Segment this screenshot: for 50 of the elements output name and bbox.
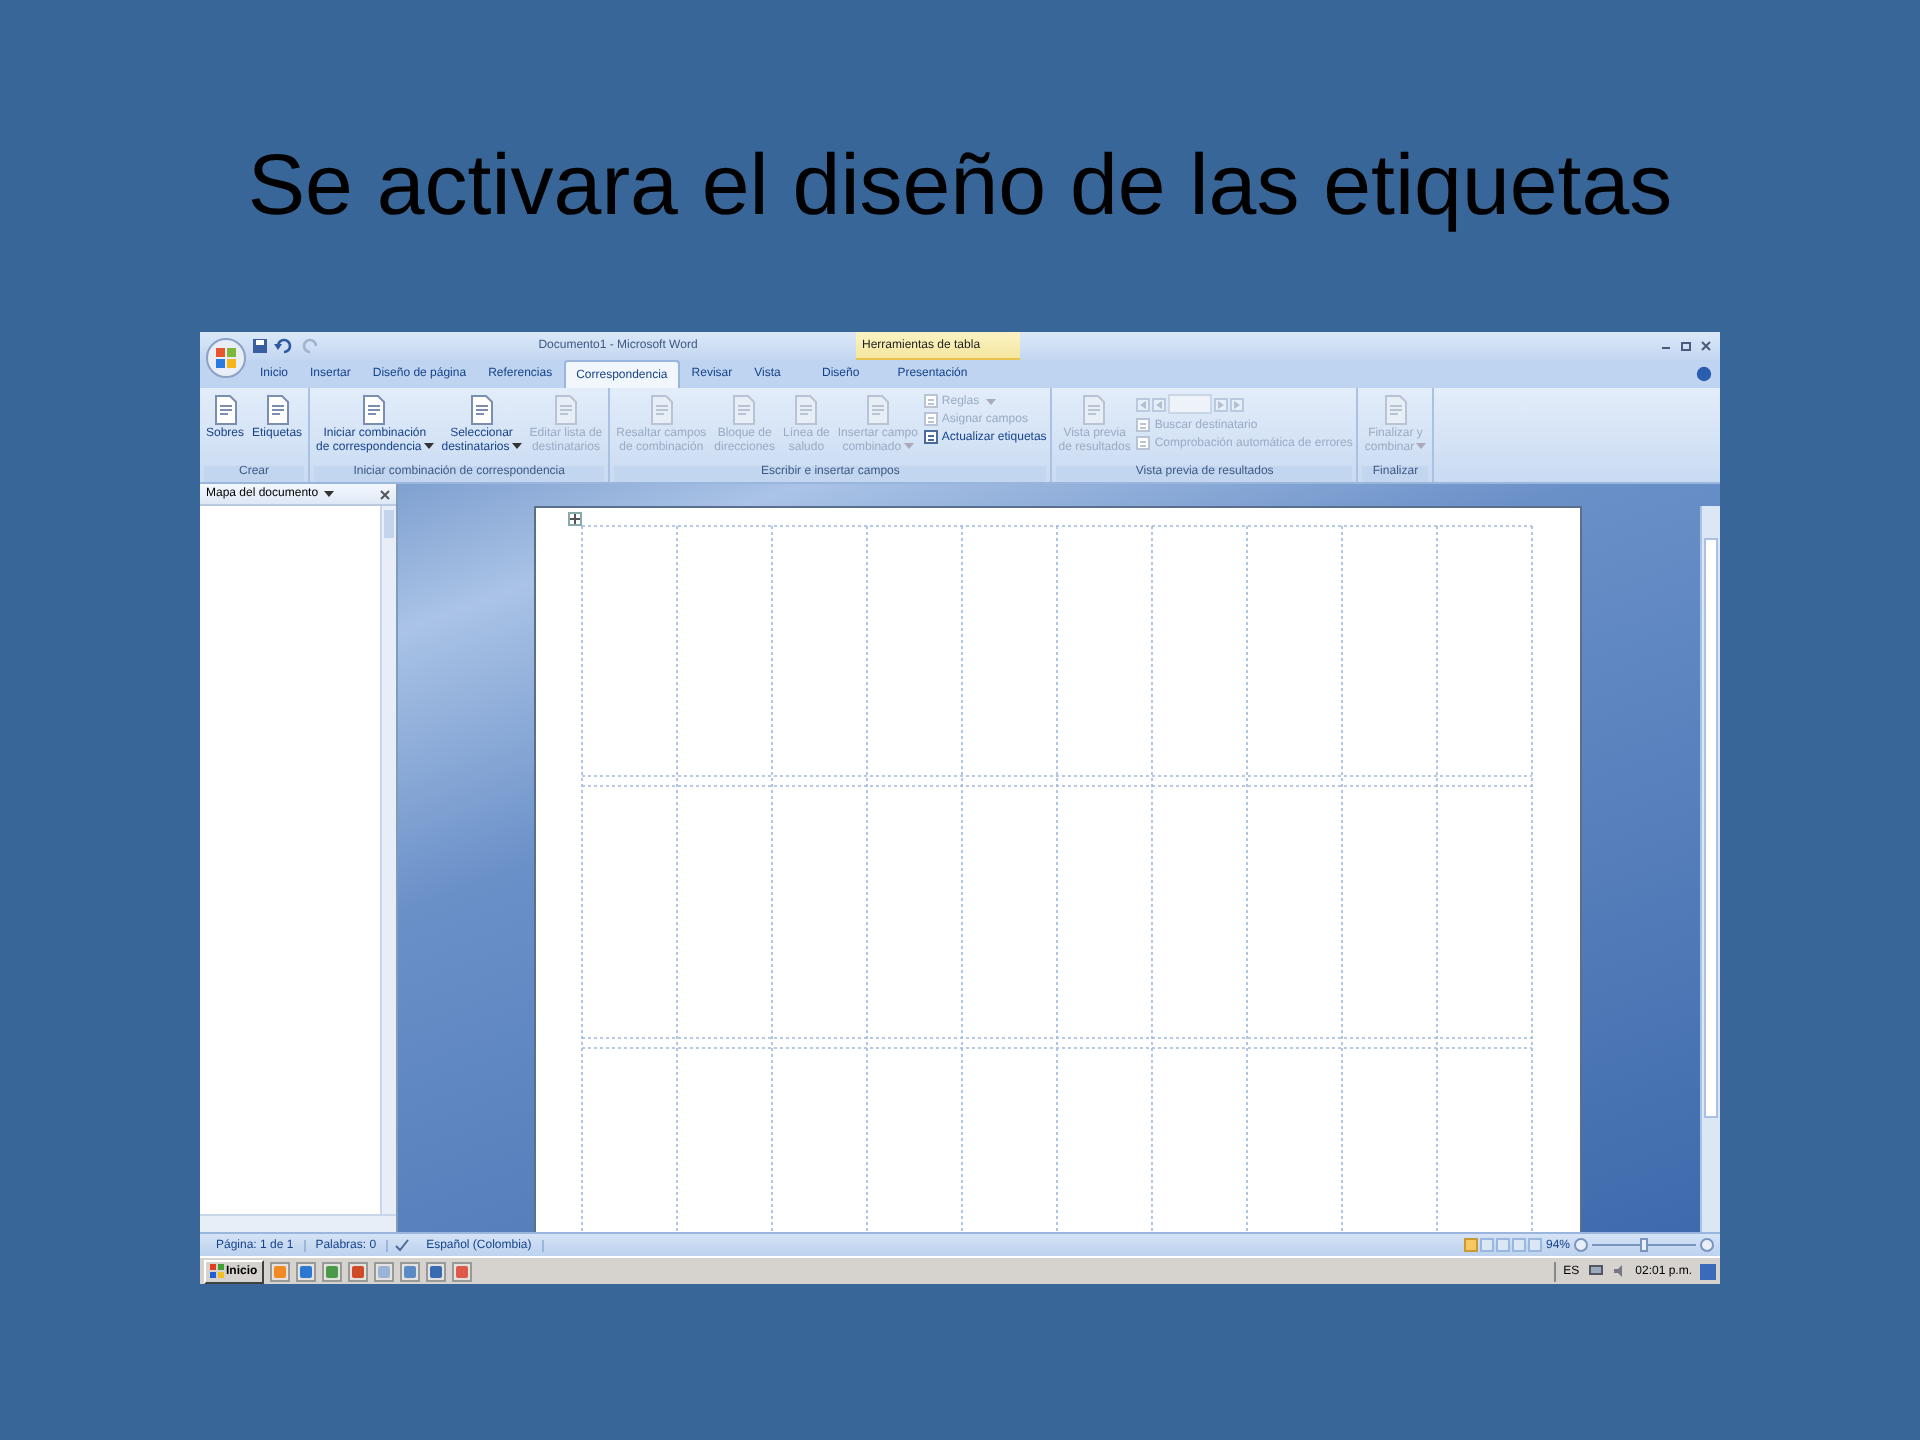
zoom-out-icon[interactable] [1574, 1238, 1588, 1252]
slide-title: Se activara el diseño de las etiquetas [247, 137, 1673, 235]
document-icon [645, 394, 678, 426]
taskbar-app-icon[interactable] [451, 1261, 472, 1281]
document-icon [790, 394, 823, 426]
taskbar-app-icon[interactable] [399, 1261, 420, 1281]
taskbar-app-icon[interactable] [425, 1261, 446, 1281]
slider-thumb[interactable] [1640, 1238, 1648, 1252]
redo-icon [300, 338, 320, 354]
save-icon[interactable] [252, 338, 268, 354]
document-icon [1379, 394, 1412, 426]
undo-icon[interactable] [274, 338, 294, 354]
document-icon [209, 394, 241, 426]
taskbar-app-icon[interactable] [321, 1261, 342, 1281]
caret-icon [324, 490, 335, 498]
scroll-bar[interactable] [380, 506, 396, 1214]
taskbar-app-icon[interactable] [373, 1261, 394, 1281]
office-button[interactable] [206, 338, 246, 378]
right-arrow-icon[interactable] [1230, 397, 1245, 411]
left-arrow-icon[interactable] [1136, 397, 1151, 411]
document-icon [728, 394, 761, 426]
scroll-bar[interactable] [200, 1214, 396, 1232]
taskbar-app-icon[interactable] [269, 1261, 290, 1281]
document-icon [358, 394, 391, 426]
desktop-icon[interactable] [1700, 1263, 1716, 1279]
document-icon [923, 430, 938, 444]
document-icon [261, 394, 294, 426]
zoom-in-icon[interactable] [1700, 1238, 1714, 1252]
document-icon [465, 394, 498, 426]
close-icon[interactable] [1700, 340, 1712, 352]
document-icon [923, 394, 938, 408]
windows-logo-icon [210, 1264, 224, 1278]
document-icon [1136, 436, 1151, 450]
taskbar-app-icon[interactable] [295, 1261, 316, 1281]
network-icon[interactable] [1587, 1264, 1604, 1278]
spellcheck-icon[interactable] [394, 1238, 411, 1252]
taskbar-app-icon[interactable] [347, 1261, 368, 1281]
left-arrow-icon[interactable] [1152, 397, 1167, 411]
document-icon [1136, 418, 1151, 432]
document-icon [549, 394, 582, 426]
document-icon [923, 412, 938, 426]
document-icon [1078, 394, 1111, 426]
scroll-bar[interactable] [1700, 506, 1720, 1232]
right-arrow-icon[interactable] [1214, 397, 1229, 411]
document-icon [861, 394, 894, 426]
move-handle-icon[interactable] [568, 512, 582, 526]
restore-icon[interactable] [1680, 340, 1692, 352]
speaker-icon[interactable] [1611, 1264, 1628, 1278]
close-icon[interactable] [380, 489, 390, 499]
view-buttons[interactable] [1463, 1238, 1542, 1252]
